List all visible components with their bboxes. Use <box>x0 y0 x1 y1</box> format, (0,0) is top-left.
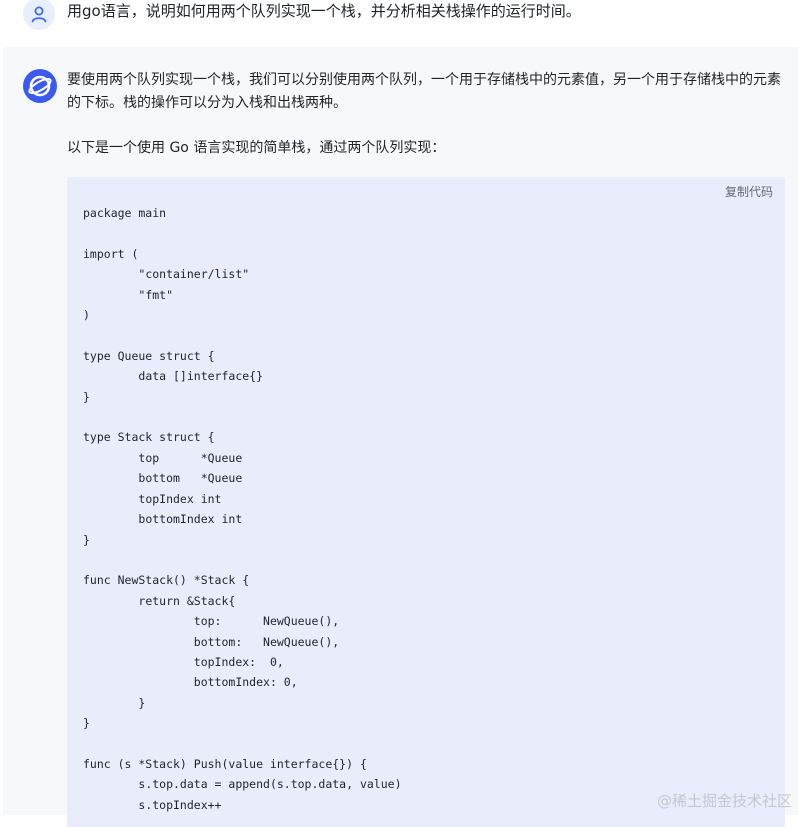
code-block: 复制代码 package main import ( "container/li… <box>67 177 785 827</box>
user-message-row: 用go语言，说明如何用两个队列实现一个栈，并分析相关栈操作的运行时间。 <box>0 0 798 47</box>
user-icon <box>30 5 48 23</box>
watermark: @稀土掘金技术社区 <box>657 790 792 811</box>
code-content: package main import ( "container/list" "… <box>83 203 402 815</box>
user-message-text: 用go语言，说明如何用两个队列实现一个栈，并分析相关栈操作的运行时间。 <box>67 1 581 21</box>
ai-paragraph-1: 要使用两个队列实现一个栈，我们可以分别使用两个队列，一个用于存储栈中的元素值，另… <box>67 69 785 115</box>
user-avatar <box>23 0 55 30</box>
ai-avatar <box>23 69 57 103</box>
ai-paragraph-2: 以下是一个使用 Go 语言实现的简单栈，通过两个队列实现： <box>67 137 785 160</box>
ai-logo-icon <box>27 73 53 99</box>
copy-code-button[interactable]: 复制代码 <box>725 183 773 200</box>
ai-message-row: 要使用两个队列实现一个栈，我们可以分别使用两个队列，一个用于存储栈中的元素值，另… <box>3 47 798 815</box>
